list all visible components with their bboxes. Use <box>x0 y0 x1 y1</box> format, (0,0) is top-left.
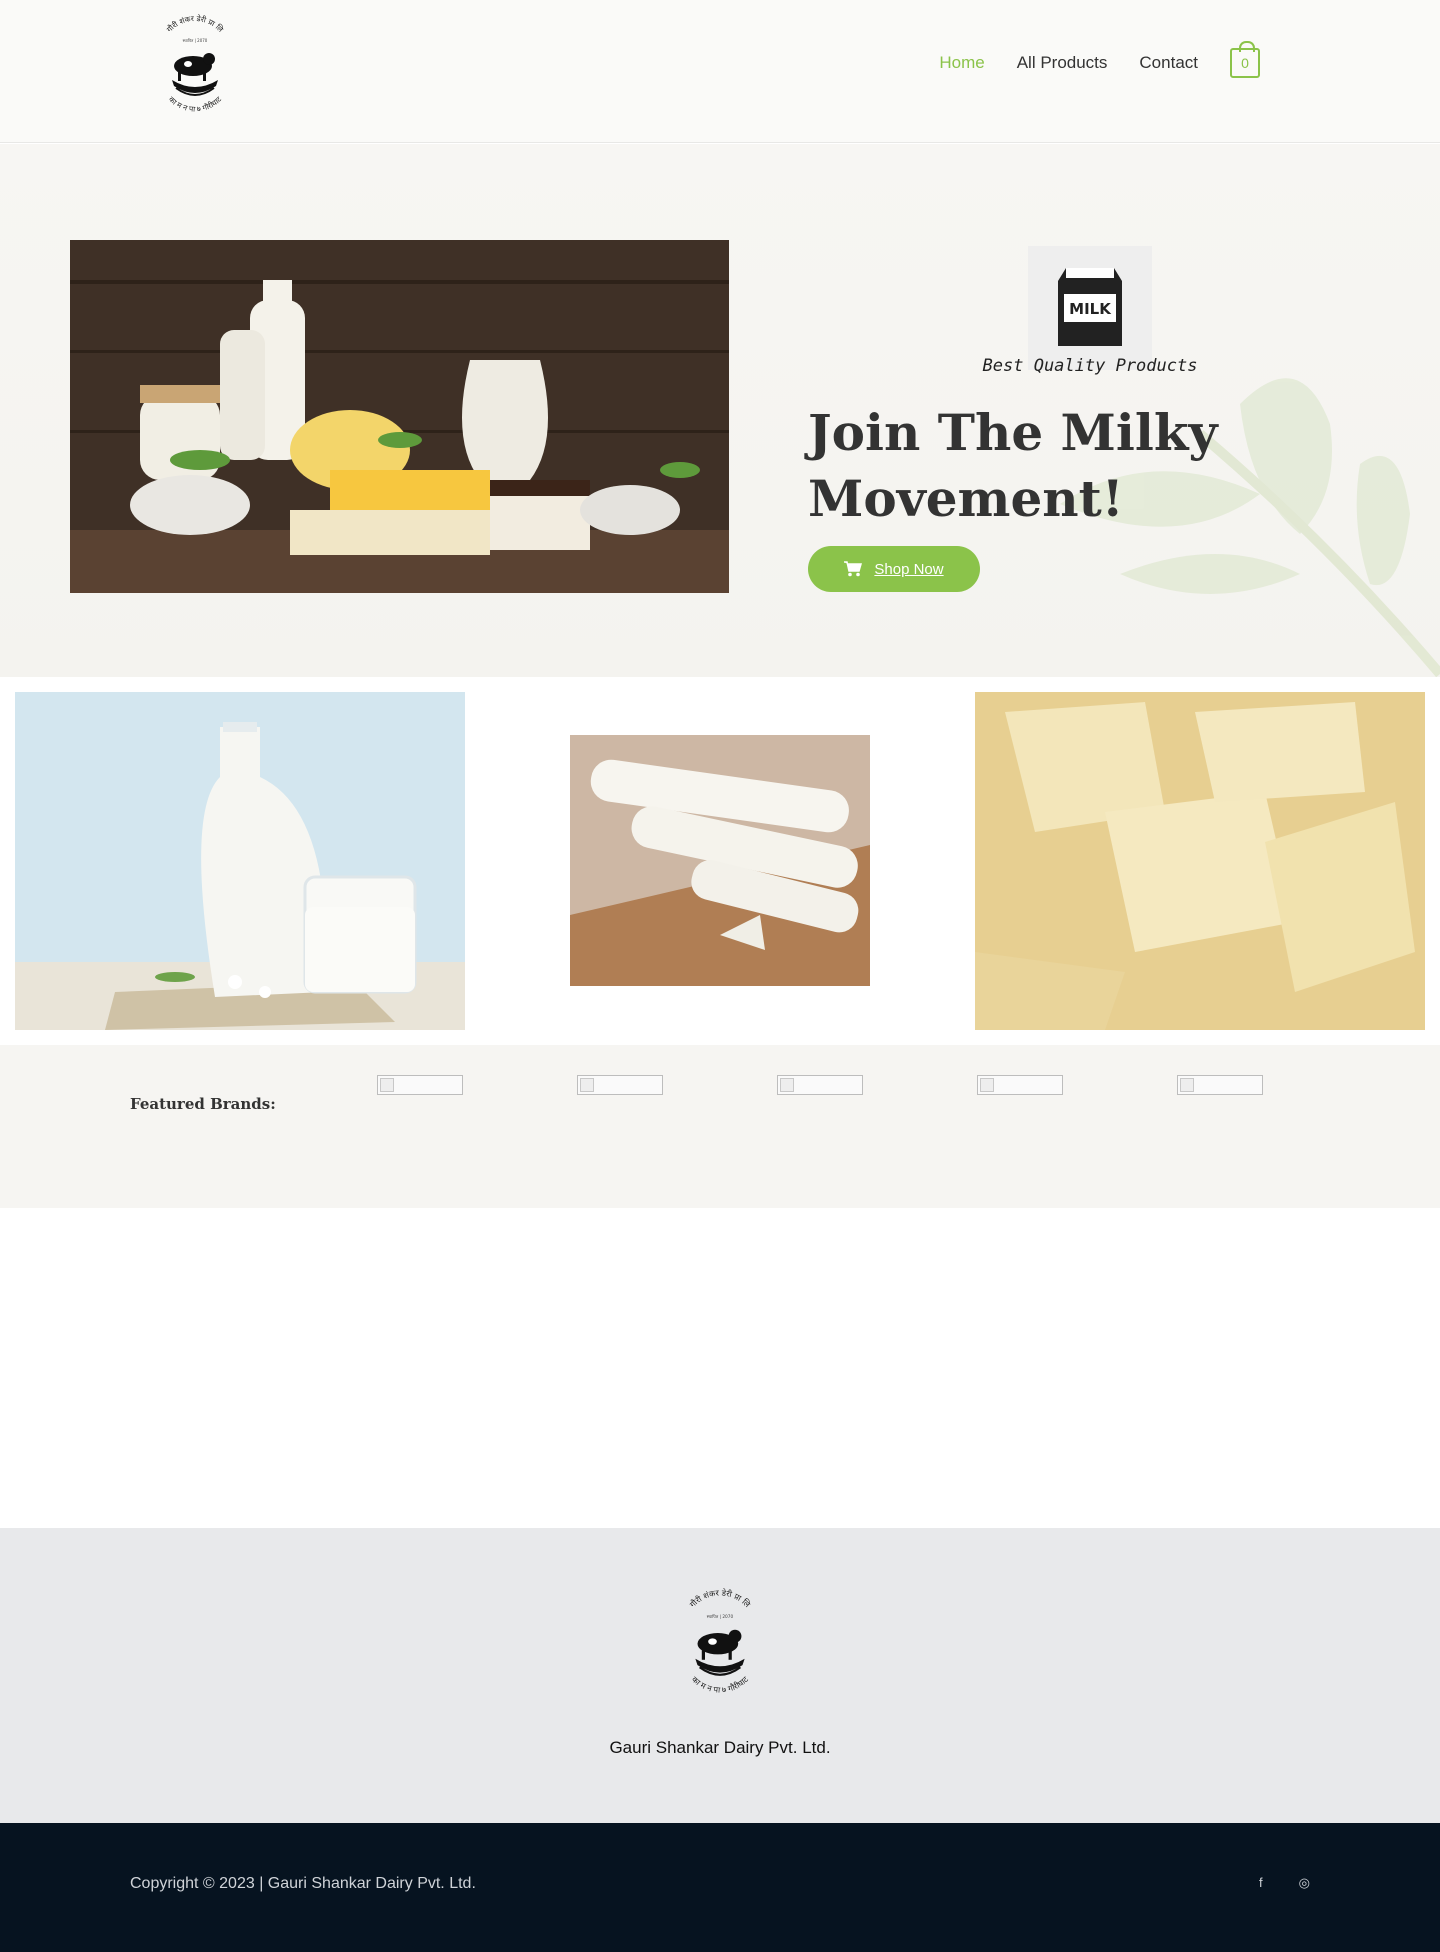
brand-logo[interactable] <box>977 1075 1063 1095</box>
butter-image[interactable] <box>975 692 1425 1030</box>
footer-logo[interactable]: गौरी शंकर डेरी प्रा लि स्थापित | 2070 का… <box>670 1587 770 1708</box>
featured-brands: Featured Brands: <box>0 1045 1440 1208</box>
svg-text:स्थापित | 2070: स्थापित | 2070 <box>183 38 208 43</box>
hero-section: MILK Best Quality Products Join The Milk… <box>0 144 1440 677</box>
svg-text:गौरी शंकर डेरी प्रा लि: गौरी शंकर डेरी प्रा लि <box>687 1588 752 1610</box>
cart-button[interactable]: 0 <box>1230 41 1260 78</box>
shop-now-label: Shop Now <box>874 560 944 578</box>
svg-text:का म न पा ७ गौरीघाट: का म न पा ७ गौरीघाट <box>690 1674 751 1694</box>
svg-text:का म न पा ७ गौरीघाट: का म न पा ७ गौरीघाट <box>167 95 223 114</box>
featured-brands-label: Featured Brands: <box>130 1095 276 1113</box>
cart-icon <box>844 561 863 577</box>
brand-logo[interactable] <box>777 1075 863 1095</box>
brand-logo[interactable] <box>377 1075 463 1095</box>
nav-contact[interactable]: Contact <box>1139 53 1198 73</box>
footer-company-name: Gauri Shankar Dairy Pvt. Ltd. <box>609 1738 831 1757</box>
svg-text:MILK: MILK <box>1069 300 1112 318</box>
svg-text:गौरी शंकर डेरी प्रा लि: गौरी शंकर डेरी प्रा लि <box>165 14 226 35</box>
milk-carton-icon: MILK <box>1028 246 1152 370</box>
hero-tagline: Best Quality Products <box>982 356 1198 376</box>
copyright-bar: Copyright © 2023 | Gauri Shankar Dairy P… <box>0 1823 1440 1952</box>
nav-home[interactable]: Home <box>939 53 984 73</box>
main-nav: Home All Products Contact 0 <box>939 41 1260 78</box>
milk-bottle-image[interactable] <box>15 692 465 1030</box>
brand-logo[interactable] <box>1177 1075 1263 1095</box>
site-footer: गौरी शंकर डेरी प्रा लि स्थापित | 2070 का… <box>0 1528 1440 1823</box>
brand-logo[interactable] <box>577 1075 663 1095</box>
facebook-icon[interactable]: f <box>1259 1875 1263 1891</box>
paneer-image[interactable] <box>570 735 870 986</box>
social-links: f ◎ <box>1259 1875 1310 1891</box>
product-gallery <box>0 677 1440 1045</box>
hero-title: Join The Milky Movement! <box>808 403 1218 528</box>
svg-text:स्थापित | 2070: स्थापित | 2070 <box>707 1614 734 1620</box>
copyright-text: Copyright © 2023 | Gauri Shankar Dairy P… <box>130 1875 476 1892</box>
site-header: गौरी शंकर डेरी प्रा लि स्थापित | 2070 का… <box>0 0 1440 143</box>
dribbble-icon[interactable]: ◎ <box>1299 1875 1310 1891</box>
shop-now-button[interactable]: Shop Now <box>808 546 980 592</box>
site-logo[interactable]: गौरी शंकर डेरी प्रा लि स्थापित | 2070 का… <box>150 14 240 126</box>
nav-all-products[interactable]: All Products <box>1017 53 1108 73</box>
cart-count: 0 <box>1241 55 1249 71</box>
dairy-products-image <box>70 240 729 593</box>
